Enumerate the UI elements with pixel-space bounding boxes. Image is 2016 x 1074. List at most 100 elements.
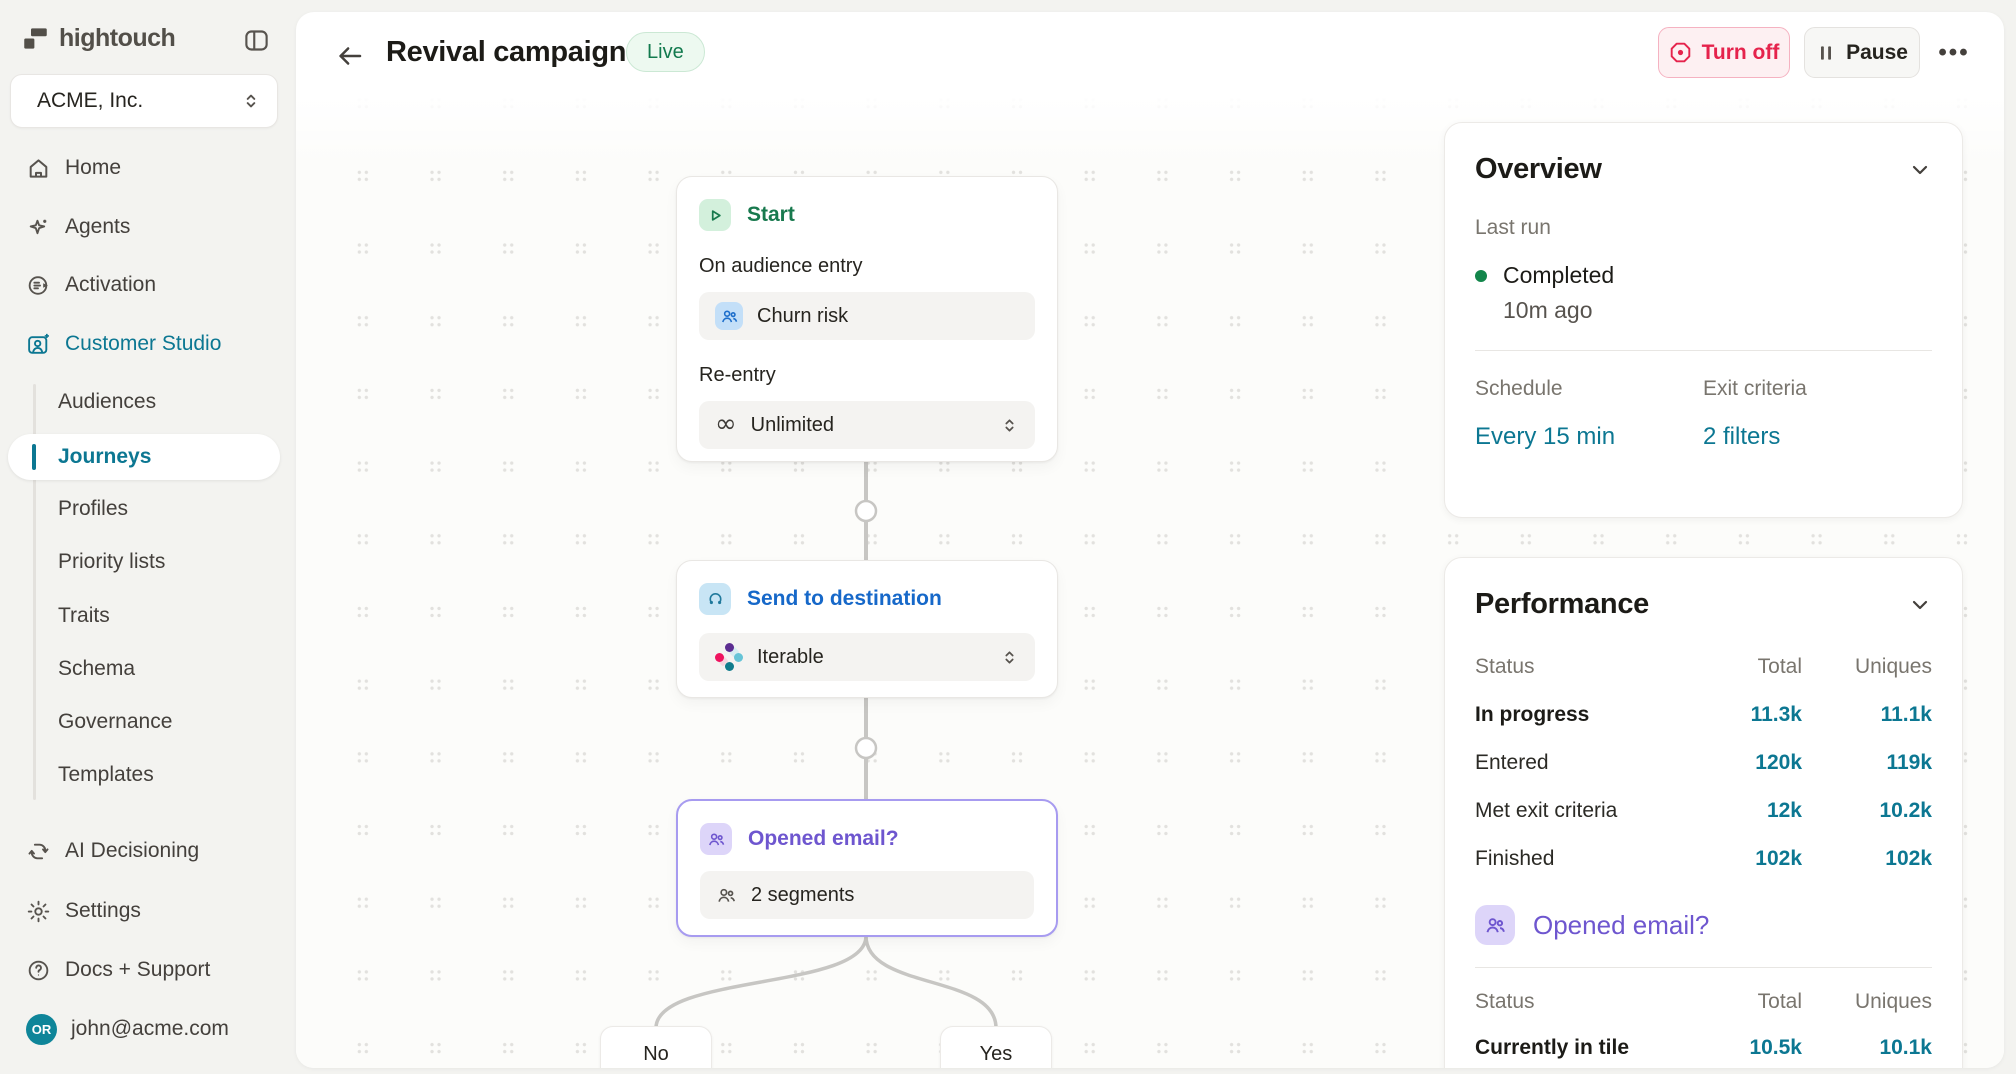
destination-name: Iterable — [757, 646, 824, 669]
sidebar-item-customer-studio[interactable]: Customer Studio — [0, 322, 292, 366]
last-run-time: 10m ago — [1503, 297, 1614, 324]
overview-title: Overview — [1475, 153, 1602, 186]
audience-name: Churn risk — [757, 305, 848, 328]
unfold-chevrons-icon — [241, 91, 261, 111]
sidebar-item-activation[interactable]: Activation — [0, 263, 292, 307]
workspace-selector[interactable]: ACME, Inc. — [10, 74, 278, 128]
branch-yes-tile[interactable]: Yes — [940, 1026, 1052, 1068]
sidebar-item-label: Audiences — [58, 390, 156, 414]
node-title: Send to destination — [747, 587, 942, 611]
node-title: Opened email? — [748, 827, 899, 851]
hightouch-logo: hightouch — [22, 24, 175, 53]
row-status: Finished — [1475, 847, 1692, 871]
sidebar-item-priority-lists[interactable]: Priority lists — [0, 540, 292, 584]
sidebar-item-templates[interactable]: Templates — [0, 753, 292, 797]
performance-title: Performance — [1475, 588, 1649, 621]
iterable-logo — [715, 643, 743, 671]
sidebar-item-ai-decisioning[interactable]: AI Decisioning — [0, 829, 292, 873]
activation-icon — [26, 273, 51, 298]
unfold-chevrons-icon — [1000, 416, 1019, 435]
segments-people-icon — [1475, 905, 1515, 945]
user-email: john@acme.com — [71, 1017, 229, 1041]
row-uniques: 10.1k — [1802, 1036, 1932, 1060]
sidebar-item-home[interactable]: Home — [0, 146, 292, 190]
sidebar-item-docs-support[interactable]: Docs + Support — [0, 948, 292, 992]
branch-no-tile[interactable]: No — [600, 1026, 712, 1068]
avatar: OR — [26, 1014, 57, 1045]
branch-no-label: No — [643, 1043, 669, 1068]
sidebar-item-audiences[interactable]: Audiences — [0, 380, 292, 424]
sparkle-icon — [26, 215, 51, 240]
help-icon — [26, 958, 51, 983]
opened-email-branch-node[interactable]: Opened email? 2 segments — [676, 799, 1058, 937]
customer-studio-icon — [26, 332, 51, 357]
audience-field[interactable]: Churn risk — [699, 292, 1035, 340]
destination-sync-icon — [699, 583, 731, 615]
unfold-chevrons-icon — [1000, 648, 1019, 667]
row-uniques: 119k — [1802, 751, 1932, 775]
branch-yes-label: Yes — [980, 1043, 1013, 1068]
sidebar-item-traits[interactable]: Traits — [0, 594, 292, 638]
sidebar-item-label: Agents — [65, 215, 130, 239]
gear-icon — [26, 899, 51, 924]
schedule-label: Schedule — [1475, 377, 1703, 401]
sidebar-collapse-icon[interactable] — [240, 24, 272, 56]
people-icon — [716, 885, 737, 906]
audience-people-icon — [715, 302, 743, 330]
sidebar-item-journeys[interactable]: Journeys — [0, 435, 292, 479]
destination-select[interactable]: Iterable — [699, 633, 1035, 681]
exit-criteria-label: Exit criteria — [1703, 377, 1932, 401]
add-node-connector[interactable] — [856, 501, 876, 521]
reentry-select[interactable]: ∞ Unlimited — [699, 401, 1035, 449]
sidebar-item-label: Priority lists — [58, 550, 165, 574]
reentry-value: Unlimited — [751, 414, 834, 437]
schedule-link[interactable]: Every 15 min — [1475, 423, 1703, 451]
performance-card: Performance Status Total Uniques In prog… — [1444, 557, 1963, 1068]
row-uniques: 102k — [1802, 847, 1932, 871]
divider — [1475, 350, 1932, 351]
send-to-destination-node[interactable]: Send to destination Iterable — [676, 560, 1058, 698]
sidebar-item-settings[interactable]: Settings — [0, 889, 292, 933]
sidebar-item-label: Activation — [65, 273, 156, 297]
sidebar-item-profiles[interactable]: Profiles — [0, 487, 292, 531]
reentry-label: Re-entry — [699, 364, 1035, 387]
sidebar-item-label: Customer Studio — [65, 332, 221, 356]
ai-decisioning-icon — [26, 839, 51, 864]
sidebar-user-menu[interactable]: OR john@acme.com — [0, 1007, 292, 1051]
segments-people-icon — [700, 823, 732, 855]
home-icon — [26, 156, 51, 181]
infinity-icon: ∞ — [715, 411, 737, 437]
divider — [1475, 967, 1932, 968]
sidebar-item-schema[interactable]: Schema — [0, 647, 292, 691]
hightouch-logo-icon — [22, 25, 49, 52]
sidebar-item-governance[interactable]: Governance — [0, 700, 292, 744]
sidebar-item-label: Governance — [58, 710, 172, 734]
add-node-connector[interactable] — [856, 738, 876, 758]
row-total: 120k — [1692, 751, 1802, 775]
row-status: Currently in tile — [1475, 1036, 1692, 1060]
sidebar-item-label: AI Decisioning — [65, 839, 199, 863]
chevron-down-icon[interactable] — [1908, 158, 1932, 182]
row-status: In progress — [1475, 703, 1692, 727]
sidebar-item-label: Profiles — [58, 497, 128, 521]
exit-criteria-link[interactable]: 2 filters — [1703, 423, 1932, 451]
chevron-down-icon[interactable] — [1908, 593, 1932, 617]
trigger-label: On audience entry — [699, 255, 1035, 278]
main-panel: Revival campaign Live Turn off Pause •••… — [296, 12, 2004, 1068]
sidebar-item-agents[interactable]: Agents — [0, 205, 292, 249]
play-icon — [699, 199, 731, 231]
sidebar-item-label: Docs + Support — [65, 958, 210, 982]
row-uniques: 11.1k — [1802, 703, 1932, 727]
segments-count: 2 segments — [751, 884, 854, 907]
last-run-status: Completed — [1503, 262, 1614, 289]
overview-card: Overview Last run Completed 10m ago Sche… — [1444, 122, 1963, 518]
column-total: Total — [1692, 655, 1802, 679]
column-status: Status — [1475, 990, 1692, 1014]
row-total: 12k — [1692, 799, 1802, 823]
start-node[interactable]: Start On audience entry Churn risk Re-en… — [676, 176, 1058, 462]
segments-field[interactable]: 2 segments — [700, 871, 1034, 919]
brand-name: hightouch — [59, 24, 175, 53]
sidebar-item-label: Settings — [65, 899, 141, 923]
selected-tile-link[interactable]: Opened email? — [1533, 910, 1709, 941]
column-uniques: Uniques — [1802, 655, 1932, 679]
